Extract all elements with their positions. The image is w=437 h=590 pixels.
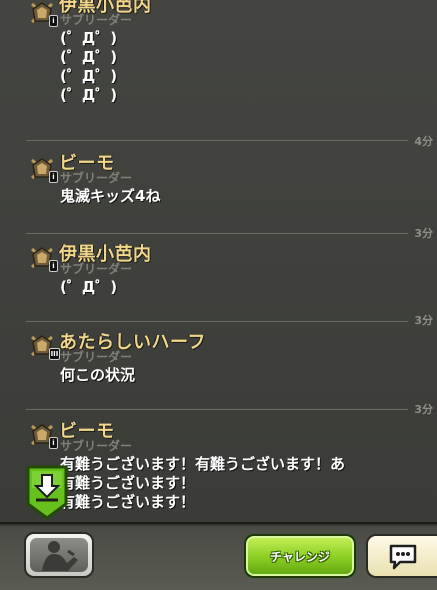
speech-bubble-icon [389, 544, 417, 570]
message-timestamp: 3分 [414, 314, 433, 327]
sender-role: サブリーダー [60, 262, 133, 276]
challenge-button[interactable]: チャレンジ [244, 534, 356, 578]
sender-role: サブリーダー [60, 13, 133, 27]
friends-button[interactable] [24, 532, 94, 578]
sender-role: サブリーダー [60, 350, 133, 364]
message-text: 鬼滅キッズ4ね [60, 187, 161, 205]
clan-chat-feed[interactable]: i 伊黒小芭内 サブリーダー (゜Д゜) (゜Д゜) (゜Д゜) (゜Д゜) 4… [0, 0, 437, 522]
clan-badge-icon: i [29, 156, 58, 183]
message-timestamp: 3分 [414, 403, 433, 416]
clan-badge-icon: i [29, 245, 58, 272]
open-chat-button[interactable] [366, 534, 437, 578]
message-divider [26, 140, 408, 141]
message-divider [26, 321, 408, 322]
download-arrow-icon [26, 465, 68, 520]
message-text: 有難うございます！有難うございます！あ 有難うございます！ 有難うございます！ [60, 455, 346, 511]
message-divider [26, 409, 408, 410]
message-divider [26, 233, 408, 234]
friends-silhouette-icon [42, 541, 78, 571]
clan-badge-icon: i [29, 422, 58, 449]
message-text: (゜Д゜) (゜Д゜) (゜Д゜) (゜Д゜) [60, 29, 118, 104]
message-timestamp: 4分 [414, 135, 433, 148]
scroll-to-latest-button[interactable] [25, 464, 69, 520]
challenge-button-label: チャレンジ [270, 550, 330, 564]
sender-role: サブリーダー [60, 439, 133, 453]
message-text: (゜Д゜) [60, 278, 118, 296]
clan-badge-icon: i [29, 0, 58, 27]
clan-badge-icon: III [29, 333, 60, 360]
message-timestamp: 3分 [414, 227, 433, 240]
message-text: 何この状況 [60, 366, 136, 384]
sender-role: サブリーダー [60, 171, 133, 185]
